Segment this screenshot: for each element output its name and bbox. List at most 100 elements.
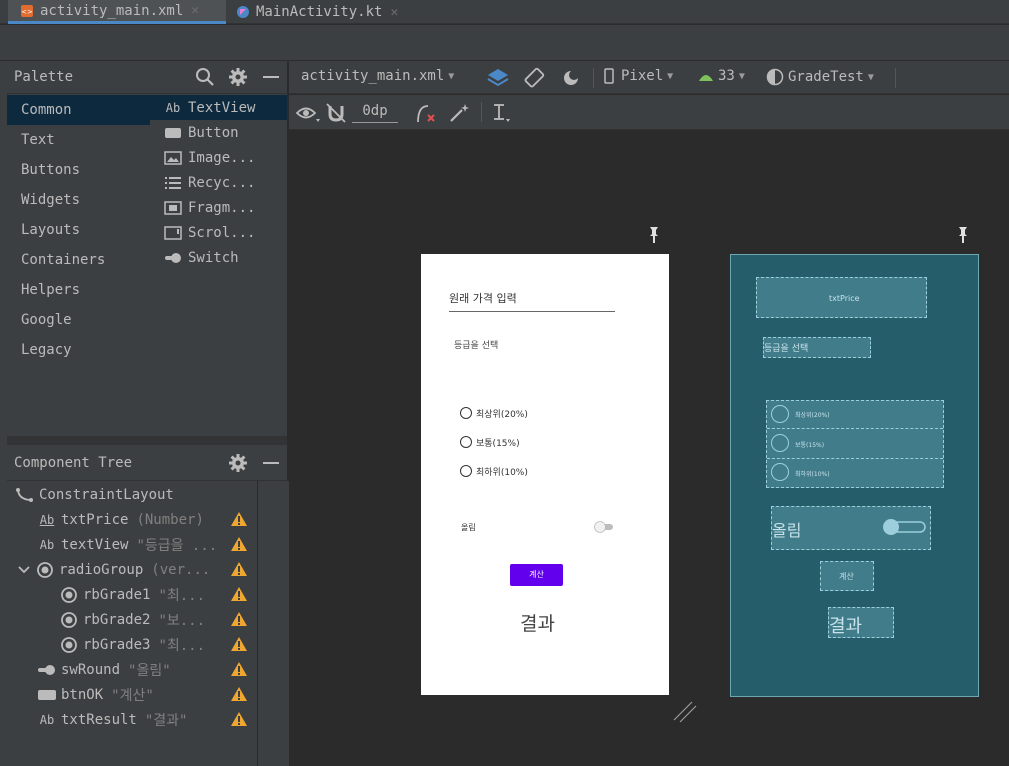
pin-icon[interactable]	[648, 226, 660, 244]
category-helpers[interactable]: Helpers	[7, 275, 150, 305]
chevron-down-icon[interactable]	[17, 562, 31, 578]
tab-main-activity[interactable]: MainActivity.kt ✕	[236, 0, 420, 24]
widget-recycler[interactable]: Recyc...	[150, 170, 287, 195]
tree-row-swround[interactable]: swRound "올림"	[7, 657, 257, 682]
radio-grade2-label: 보통(15%)	[476, 439, 520, 449]
tree-row-rbgrade3[interactable]: rbGrade3 "최...	[7, 632, 257, 657]
panel-divider[interactable]	[7, 436, 287, 445]
blueprint-rb1[interactable]: 최상위(20%)	[767, 401, 943, 429]
warning-icon[interactable]	[230, 511, 248, 527]
minimize-icon[interactable]	[261, 67, 281, 87]
widget-image[interactable]: Image...	[150, 145, 287, 170]
price-input-hint[interactable]: 원래 가격 입력	[449, 290, 517, 306]
tree-row-txtresult[interactable]: Ab txtResult "결과"	[7, 707, 257, 732]
palette-header: Palette	[7, 61, 287, 94]
orientation-icon[interactable]	[522, 66, 546, 90]
widget-fragment[interactable]: Fragm...	[150, 195, 287, 220]
category-common[interactable]: Common	[7, 95, 150, 125]
fragment-icon	[164, 200, 182, 215]
warning-icon[interactable]	[230, 661, 248, 677]
widget-label: Switch	[188, 249, 239, 266]
blueprint-switch[interactable]	[881, 517, 927, 537]
blueprint-preview[interactable]: txtPrice 등급을 선택 최상위(20%) 보통(15%) 최하위(10%…	[730, 254, 979, 697]
textview-icon: Ab	[165, 100, 181, 115]
warning-icon[interactable]	[230, 536, 248, 552]
category-legacy[interactable]: Legacy	[7, 335, 150, 365]
widget-label: Button	[188, 124, 239, 141]
category-widgets[interactable]: Widgets	[7, 185, 150, 215]
baseline-icon[interactable]	[489, 102, 513, 124]
warning-icon[interactable]	[230, 586, 248, 602]
blueprint-rb3[interactable]: 최하위(10%)	[767, 460, 943, 487]
blueprint-radio-circle	[771, 405, 789, 423]
api-selector[interactable]: 33 ▼	[698, 68, 745, 84]
minimize-icon[interactable]	[261, 453, 281, 473]
magic-wand-icon[interactable]	[448, 102, 472, 124]
eye-icon[interactable]	[295, 103, 321, 123]
tab-label: activity_main.xml	[40, 2, 184, 19]
blueprint-radiogroup-box[interactable]: 최상위(20%) 보통(15%) 최하위(10%)	[766, 400, 944, 488]
design-subtoolbar: 0dp	[289, 95, 1009, 130]
blueprint-switch-box[interactable]: 올림	[771, 506, 931, 550]
widget-label: Image...	[188, 149, 256, 166]
resize-handle-icon[interactable]	[672, 700, 698, 726]
grade-label: 등급을 선택	[454, 341, 499, 351]
tree-row-name: radioGroup	[59, 561, 144, 578]
tree-row-desc: "보...	[158, 612, 206, 629]
radio-grade2[interactable]	[460, 436, 472, 448]
tree-row-constraintlayout[interactable]: ConstraintLayout	[7, 482, 257, 507]
gear-icon[interactable]	[228, 67, 248, 87]
warning-icon[interactable]	[230, 636, 248, 652]
widget-scroll[interactable]: Scrol...	[150, 220, 287, 245]
widget-switch[interactable]: Switch	[150, 245, 287, 270]
warning-icon[interactable]	[230, 561, 248, 577]
category-layouts[interactable]: Layouts	[7, 215, 150, 245]
blueprint-grade-box[interactable]: 등급을 선택	[763, 337, 871, 358]
pin-icon[interactable]	[957, 226, 969, 244]
tree-row-rbgrade1[interactable]: rbGrade1 "최...	[7, 582, 257, 607]
warning-icon[interactable]	[230, 686, 248, 702]
magnet-off-icon[interactable]	[325, 102, 347, 124]
blueprint-rb2[interactable]: 보통(15%)	[767, 430, 943, 459]
tab-activity-main[interactable]: <> activity_main.xml ✕	[8, 0, 226, 24]
close-icon[interactable]: ✕	[390, 5, 398, 20]
warning-icon[interactable]	[230, 711, 248, 727]
tree-row-txtprice[interactable]: Ab txtPrice (Number)	[7, 507, 257, 532]
widget-textview[interactable]: Ab TextView	[150, 95, 287, 120]
layers-icon[interactable]	[486, 67, 510, 89]
warning-icon[interactable]	[230, 611, 248, 627]
blueprint-button-box[interactable]: 계산	[820, 561, 874, 591]
tree-row-rbgrade2[interactable]: rbGrade2 "보...	[7, 607, 257, 632]
tree-row-desc: "올림"	[128, 662, 171, 679]
theme-label: GradeTest	[788, 69, 864, 85]
device-selector[interactable]: Pixel ▼	[603, 68, 673, 84]
theme-selector[interactable]: GradeTest ▼	[766, 68, 874, 86]
blueprint-price-box[interactable]: txtPrice	[756, 277, 927, 318]
night-mode-icon[interactable]	[560, 67, 584, 89]
blueprint-rb2-label: 보통(15%)	[795, 442, 825, 449]
category-text[interactable]: Text	[7, 125, 150, 155]
close-icon[interactable]: ✕	[191, 3, 199, 18]
radio-button-icon	[61, 586, 77, 603]
radio-grade3[interactable]	[460, 465, 472, 477]
category-buttons[interactable]: Buttons	[7, 155, 150, 185]
blueprint-result-box[interactable]: 결과	[828, 607, 894, 638]
tree-row-radiogroup[interactable]: radioGroup (ver...	[7, 557, 257, 582]
widget-button[interactable]: Button	[150, 120, 287, 145]
round-switch[interactable]	[593, 520, 615, 534]
design-preview[interactable]: 원래 가격 입력 등급을 선택 최상위(20%) 보통(15%) 최하위(10%…	[421, 254, 669, 695]
category-containers[interactable]: Containers	[7, 245, 150, 275]
radio-grade1[interactable]	[460, 407, 472, 419]
blueprint-grade-label: 등급을 선택	[764, 344, 809, 354]
tree-row-textview[interactable]: Ab textView "등급을 ...	[7, 532, 257, 557]
gear-icon[interactable]	[228, 453, 248, 473]
tree-row-btnok[interactable]: btnOK "계산"	[7, 682, 257, 707]
calc-button[interactable]: 계산	[510, 564, 563, 586]
blueprint-rb3-label: 최하위(10%)	[795, 471, 830, 478]
file-selector[interactable]: activity_main.xml ▼	[301, 68, 454, 84]
default-margin-field[interactable]: 0dp	[352, 103, 398, 123]
svg-text:<>: <>	[21, 8, 33, 16]
category-google[interactable]: Google	[7, 305, 150, 335]
clear-constraints-icon[interactable]	[414, 102, 438, 124]
search-icon[interactable]	[195, 67, 215, 87]
